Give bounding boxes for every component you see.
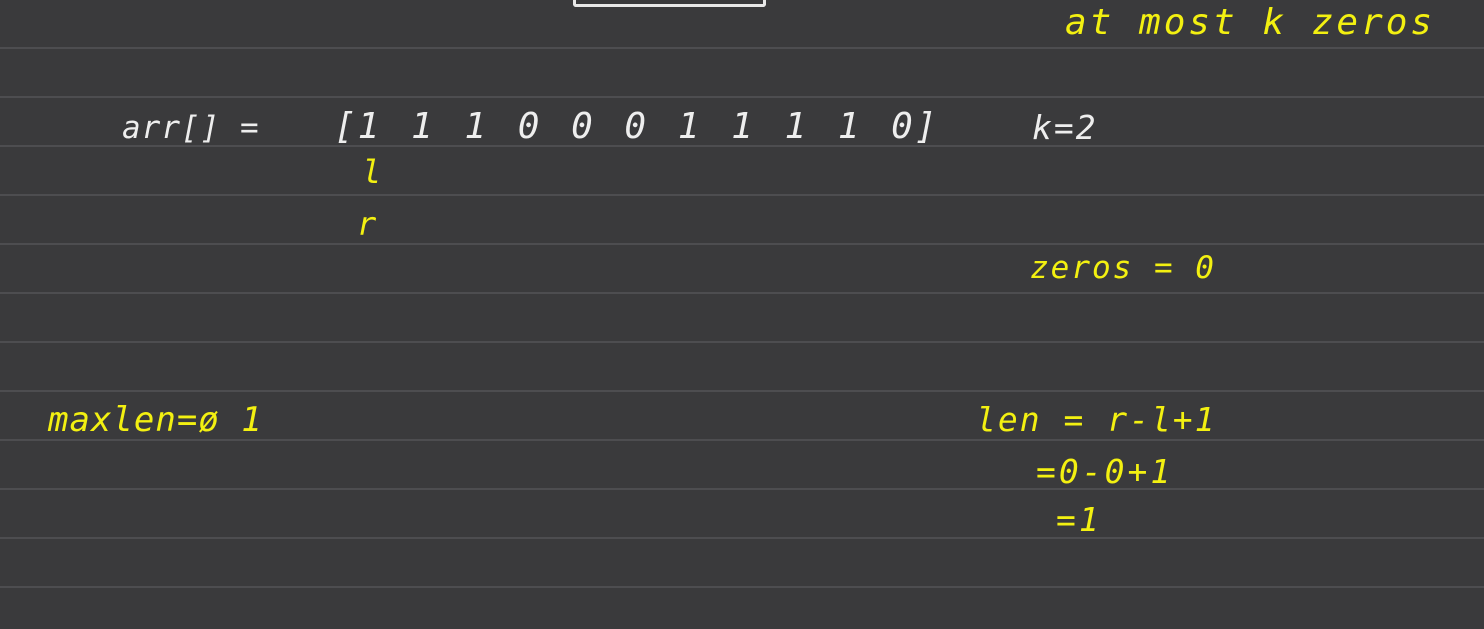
top-box-outline xyxy=(573,0,766,7)
len-formula-line3: =1 xyxy=(1056,500,1102,539)
len-formula-line1: len = r-l+1 xyxy=(976,400,1217,439)
constraint-note: at most k zeros xyxy=(1065,2,1436,43)
zeros-count-label: zeros = 0 xyxy=(1030,250,1216,286)
whiteboard-canvas: arr[] = [1 1 1 0 0 0 1 1 1 1 0] k=2 at m… xyxy=(0,0,1484,629)
array-values: [1 1 1 0 0 0 1 1 1 1 0] xyxy=(334,106,939,147)
left-pointer-label: l xyxy=(362,153,382,191)
k-value-label: k=2 xyxy=(1032,108,1098,147)
right-pointer-label: r xyxy=(357,205,377,243)
len-formula-line2: =0-0+1 xyxy=(1036,452,1174,491)
array-label: arr[] = xyxy=(122,110,260,146)
maxlen-label: maxlen=ø 1 xyxy=(48,400,263,440)
